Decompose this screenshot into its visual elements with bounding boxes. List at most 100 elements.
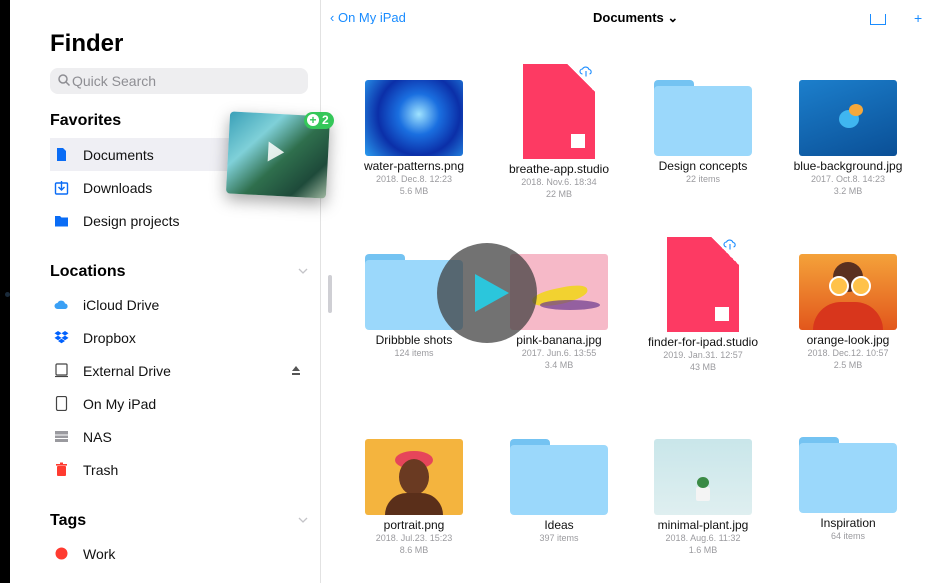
image-thumbnail xyxy=(799,254,897,330)
sidebar-item-label: Downloads xyxy=(83,180,153,196)
folder-name: Design concepts xyxy=(658,159,748,173)
file-name: orange-look.jpg xyxy=(806,333,890,347)
folder-name: Inspiration xyxy=(820,516,876,530)
file-size: 8.6 MB xyxy=(399,545,429,555)
sidebar-title: Finder xyxy=(50,30,124,57)
sidebar-item-trash[interactable]: Trash xyxy=(50,453,320,486)
chevron-down-icon[interactable] xyxy=(298,516,308,524)
dropbox-icon xyxy=(54,331,69,344)
file-item[interactable]: finder-for-ipad.studio 2019. Jan.31. 12:… xyxy=(633,237,773,373)
sidebar-item-label: Work xyxy=(83,546,116,562)
file-size: 2.5 MB xyxy=(833,360,863,370)
top-bar: ‹ On My iPad Documents ⌄ + xyxy=(330,0,938,30)
studio-file-icon xyxy=(523,64,595,159)
file-date: 2018. Dec.12. 10:57 xyxy=(807,348,889,358)
folder-icon xyxy=(510,439,608,515)
sidebar-item-label: On My iPad xyxy=(83,396,157,412)
file-item[interactable]: minimal-plant.jpg 2018. Aug.6. 11:32 1.6… xyxy=(633,439,773,556)
file-name: portrait.png xyxy=(383,518,445,532)
sidebar-item-icloud-drive[interactable]: iCloud Drive xyxy=(50,288,320,321)
sidebar-item-label: Design projects xyxy=(83,213,180,229)
nas-icon xyxy=(55,431,68,442)
select-icon[interactable] xyxy=(870,14,886,25)
sidebar-item-label: Documents xyxy=(83,147,154,163)
folder-icon xyxy=(799,437,897,513)
sidebar-item-nas[interactable]: NAS xyxy=(50,420,320,453)
page-title[interactable]: Documents ⌄ xyxy=(593,10,678,24)
folder-count: 124 items xyxy=(394,348,434,358)
document-icon xyxy=(57,148,66,161)
image-thumbnail xyxy=(799,80,897,156)
image-thumbnail xyxy=(365,80,463,156)
image-thumbnail xyxy=(365,439,463,515)
sidebar-item-dropbox[interactable]: Dropbox xyxy=(50,321,320,354)
sidebar-item-on-my-ipad[interactable]: On My iPad xyxy=(50,387,320,420)
favorites-heading: Favorites xyxy=(50,112,122,129)
play-icon xyxy=(267,141,285,163)
search-input[interactable]: Quick Search xyxy=(50,68,308,94)
file-size: 22 MB xyxy=(545,189,572,199)
sidebar-item-tag-work[interactable]: Work xyxy=(50,537,320,570)
file-name: minimal-plant.jpg xyxy=(657,518,749,532)
folder-icon xyxy=(654,80,752,156)
folder-count: 397 items xyxy=(539,533,579,543)
file-date: 2018. Nov.6. 18:34 xyxy=(521,177,597,187)
cloud-download-icon xyxy=(579,66,592,77)
file-item[interactable]: blue-background.jpg 2017. Oct.8. 14:23 3… xyxy=(778,80,918,197)
file-name: water-patterns.png xyxy=(363,159,465,173)
ipad-icon xyxy=(55,396,68,411)
file-size: 3.4 MB xyxy=(544,360,574,370)
download-icon xyxy=(54,181,69,195)
sidebar-item-design-projects[interactable]: Design projects xyxy=(50,204,320,237)
folder-item[interactable]: Inspiration 64 items xyxy=(778,437,918,542)
folder-count: 64 items xyxy=(830,531,865,541)
split-view-handle[interactable] xyxy=(328,275,332,313)
file-item[interactable]: breathe-app.studio 2018. Nov.6. 18:34 22… xyxy=(489,64,629,200)
image-thumbnail xyxy=(654,439,752,515)
file-name: blue-background.jpg xyxy=(793,159,903,173)
cloud-download-icon xyxy=(723,239,736,250)
drag-count-badge: +2 xyxy=(304,112,334,129)
sidebar-item-external-drive[interactable]: External Drive xyxy=(50,354,320,387)
file-item[interactable]: orange-look.jpg 2018. Dec.12. 10:57 2.5 … xyxy=(778,254,918,371)
sidebar-item-label: Trash xyxy=(83,462,119,478)
folder-item[interactable]: Design concepts 22 items xyxy=(633,80,773,185)
sidebar: Finder Quick Search Favorites Documents … xyxy=(10,0,321,583)
sidebar-item-label: External Drive xyxy=(83,363,171,379)
trash-icon xyxy=(56,462,67,476)
sidebar-item-label: iCloud Drive xyxy=(83,297,160,313)
play-icon xyxy=(475,274,509,312)
drive-icon xyxy=(55,363,68,378)
file-date: 2018. Dec.8. 12:23 xyxy=(375,174,453,184)
file-size: 1.6 MB xyxy=(688,545,718,555)
file-name: finder-for-ipad.studio xyxy=(647,335,759,349)
tag-dot-icon xyxy=(55,547,68,560)
sidebar-item-label: Dropbox xyxy=(83,330,136,346)
chevron-down-icon[interactable] xyxy=(298,267,308,275)
file-date: 2019. Jan.31. 12:57 xyxy=(663,350,743,360)
folder-name: Ideas xyxy=(544,518,574,532)
folder-icon xyxy=(55,216,68,227)
add-button[interactable]: + xyxy=(914,10,922,24)
search-icon xyxy=(58,74,71,87)
file-date: 2017. Jun.6. 13:55 xyxy=(521,348,597,358)
file-size: 3.2 MB xyxy=(833,186,863,196)
file-date: 2017. Oct.8. 14:23 xyxy=(810,174,886,184)
folder-count: 22 items xyxy=(685,174,720,184)
back-button[interactable]: ‹ On My iPad xyxy=(330,10,406,24)
studio-file-icon xyxy=(667,237,739,332)
cloud-icon xyxy=(54,300,68,309)
back-label: On My iPad xyxy=(337,10,406,24)
folder-item[interactable]: Ideas 397 items xyxy=(489,439,629,544)
plus-icon: + xyxy=(307,114,319,126)
chevron-left-icon: ‹ xyxy=(330,10,338,24)
file-size: 5.6 MB xyxy=(399,186,429,196)
play-button[interactable] xyxy=(437,243,537,343)
file-item[interactable]: water-patterns.png 2018. Dec.8. 12:23 5.… xyxy=(344,80,484,197)
device-bezel xyxy=(0,0,10,583)
file-date: 2018. Aug.6. 11:32 xyxy=(665,533,741,543)
eject-icon[interactable] xyxy=(292,366,300,375)
file-item[interactable]: portrait.png 2018. Jul.23. 15:23 8.6 MB xyxy=(344,439,484,556)
locations-heading: Locations xyxy=(50,263,126,280)
file-name: breathe-app.studio xyxy=(508,162,610,176)
